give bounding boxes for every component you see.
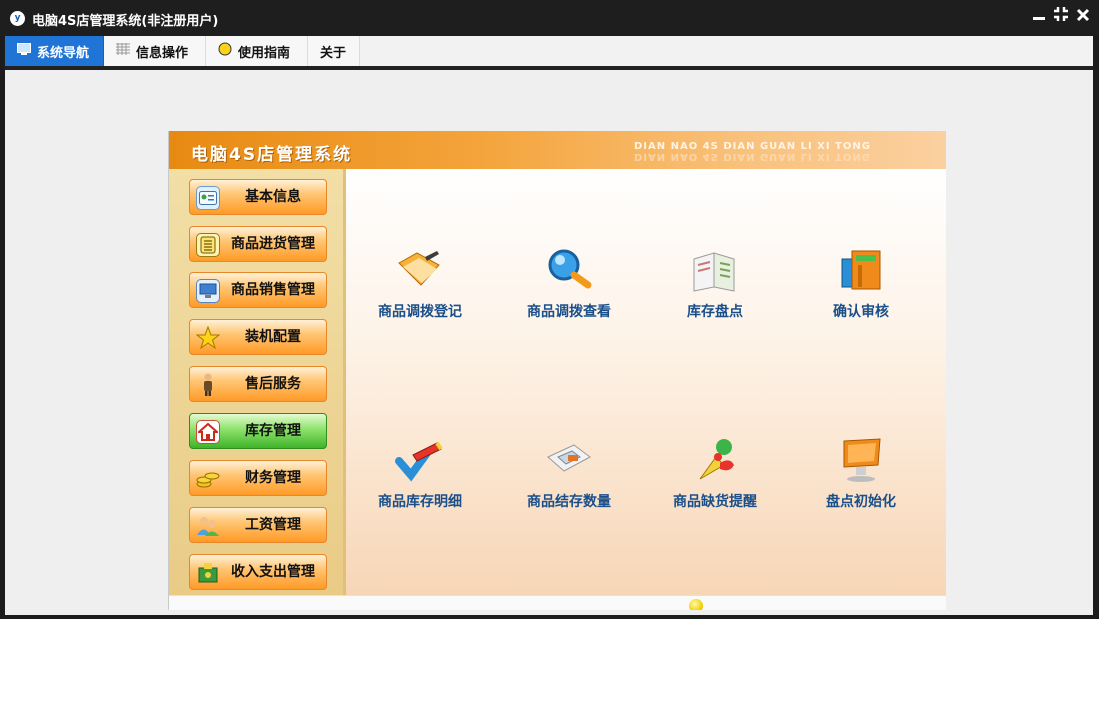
help-bulb-icon	[218, 42, 232, 60]
sidebar-item-label: 商品进货管理	[231, 236, 315, 252]
close-button[interactable]	[1074, 6, 1092, 28]
tab-system-navigation[interactable]: 系统导航	[5, 36, 104, 66]
restore-icon	[1054, 7, 1068, 21]
grid-icon	[116, 43, 130, 59]
folder-pencil-icon	[398, 251, 440, 286]
function-label: 库存盘点	[687, 304, 743, 320]
document-stack-icon	[196, 233, 220, 257]
tab-label: 信息操作	[136, 45, 189, 61]
person-icon	[196, 373, 220, 397]
minimize-icon	[1033, 17, 1045, 20]
minimize-button[interactable]	[1030, 6, 1048, 28]
open-book-icon	[693, 252, 735, 292]
sidebar-item-finance-management[interactable]: 财务管理	[189, 460, 327, 496]
megaphone-icon	[699, 439, 734, 480]
function-stock-details[interactable]: 商品库存明细	[355, 435, 485, 525]
sidebar-item-label: 商品销售管理	[231, 282, 315, 298]
function-transfer-register[interactable]: 商品调拨登记	[355, 245, 485, 335]
tab-label: 系统导航	[37, 45, 90, 61]
function-check-initialize[interactable]: 盘点初始化	[796, 435, 926, 525]
sidebar-item-label: 售后服务	[245, 376, 301, 392]
sidebar-item-salary-management[interactable]: 工资管理	[189, 507, 327, 543]
monitor-screen-icon	[843, 438, 881, 482]
blueprint-icon	[547, 444, 591, 472]
status-bar	[169, 595, 946, 610]
check-pencil-icon	[395, 441, 443, 482]
navigation-panel: 电脑4S店管理系统 DIAN NAO 4S DIAN GUAN LI XI TO…	[168, 131, 946, 610]
window-title: 电脑4S店管理系统(非注册用户)	[32, 14, 219, 29]
function-transfer-view[interactable]: 商品调拨查看	[504, 245, 634, 335]
tab-user-guide[interactable]: 使用指南	[206, 36, 308, 66]
sidebar-item-label: 装机配置	[245, 329, 301, 345]
tab-label: 关于	[320, 45, 347, 61]
archive-binder-icon	[841, 250, 881, 290]
sidebar-item-label: 工资管理	[245, 517, 301, 533]
tab-about[interactable]: 关于	[308, 36, 360, 66]
function-area: 商品调拨登记 商品调拨查看 库存盘点 确认审核 商品库存明细 商品结存数量 商品…	[346, 169, 946, 595]
sidebar-item-label: 库存管理	[245, 423, 301, 439]
star-icon	[196, 326, 220, 350]
house-icon	[196, 420, 220, 444]
banner-title: 电脑4S店管理系统	[191, 145, 353, 165]
money-box-icon	[196, 561, 220, 585]
banner: 电脑4S店管理系统 DIAN NAO 4S DIAN GUAN LI XI TO…	[169, 131, 946, 169]
function-label: 商品调拨查看	[527, 304, 611, 320]
sidebar: 基本信息 商品进货管理 商品销售管理 装机配置 售后服务 库存管理 财务管理 工…	[169, 169, 346, 595]
sidebar-item-inventory-management[interactable]: 库存管理	[189, 413, 327, 449]
function-label: 商品缺货提醒	[673, 494, 757, 510]
sidebar-item-purchase-management[interactable]: 商品进货管理	[189, 226, 327, 262]
function-label: 商品库存明细	[378, 494, 462, 510]
app-window: y 电脑4S店管理系统(非注册用户) 系统导航 信息操作 使用指南 关于 电脑4…	[0, 0, 1099, 619]
users-icon	[196, 514, 220, 538]
monitor-icon	[17, 43, 31, 59]
banner-pinyin-reflection: DIAN NAO 4S DIAN GUAN LI XI TONG	[634, 151, 871, 162]
magnifier-icon	[548, 249, 592, 289]
computer-icon	[196, 279, 220, 303]
sidebar-item-sales-management[interactable]: 商品销售管理	[189, 272, 327, 308]
sidebar-item-income-expense[interactable]: 收入支出管理	[189, 554, 327, 590]
coins-icon	[196, 467, 220, 491]
tab-label: 使用指南	[238, 45, 291, 61]
function-inventory-check[interactable]: 库存盘点	[650, 245, 780, 335]
status-bulb-icon	[689, 599, 703, 610]
sidebar-item-label: 财务管理	[245, 470, 301, 486]
function-confirm-audit[interactable]: 确认审核	[796, 245, 926, 335]
id-card-icon	[196, 186, 220, 210]
sidebar-item-after-sales[interactable]: 售后服务	[189, 366, 327, 402]
function-label: 商品结存数量	[527, 494, 611, 510]
title-bar[interactable]: y 电脑4S店管理系统(非注册用户)	[0, 0, 1099, 36]
app-logo-icon: y	[10, 11, 25, 26]
close-icon	[1076, 8, 1090, 22]
function-stock-balance[interactable]: 商品结存数量	[504, 435, 634, 525]
sidebar-item-basic-info[interactable]: 基本信息	[189, 179, 327, 215]
sidebar-item-label: 基本信息	[245, 189, 301, 205]
restore-button[interactable]	[1052, 6, 1070, 28]
function-shortage-alert[interactable]: 商品缺货提醒	[650, 435, 780, 525]
function-label: 确认审核	[833, 304, 889, 320]
menu-bar: 系统导航 信息操作 使用指南 关于	[5, 36, 1093, 66]
function-label: 商品调拨登记	[378, 304, 462, 320]
sidebar-item-label: 收入支出管理	[231, 564, 315, 580]
sidebar-item-assembly-config[interactable]: 装机配置	[189, 319, 327, 355]
tab-info-operation[interactable]: 信息操作	[104, 36, 206, 66]
function-label: 盘点初始化	[826, 494, 896, 510]
